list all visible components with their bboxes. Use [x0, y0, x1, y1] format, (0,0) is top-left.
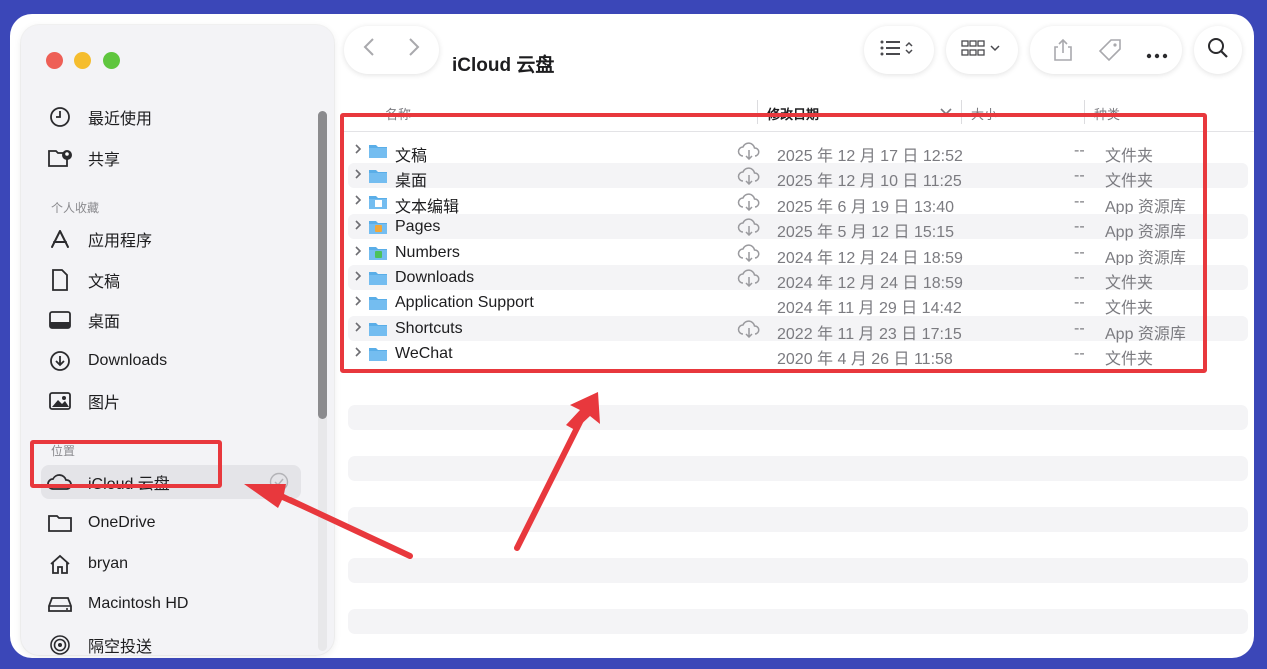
arrow-to-files — [514, 392, 600, 551]
annotation-arrows — [244, 392, 600, 559]
arrow-to-icloud — [244, 484, 413, 559]
